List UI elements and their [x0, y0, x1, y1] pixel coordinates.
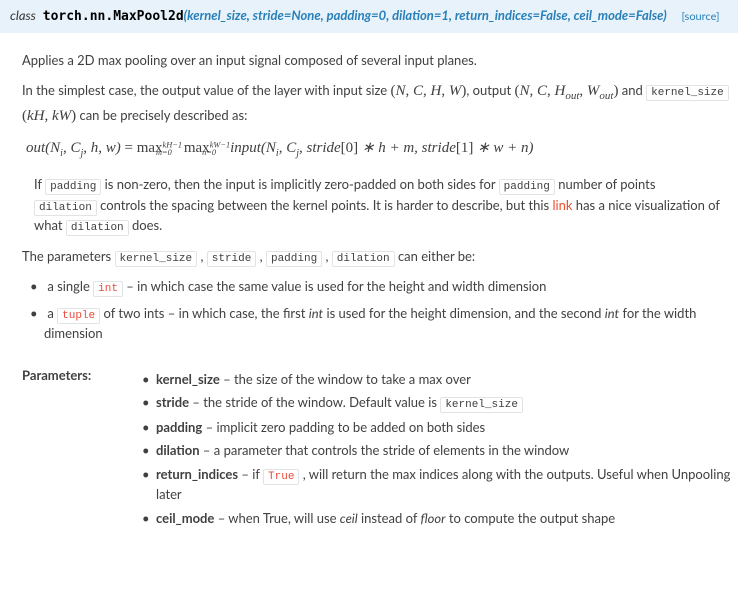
pn-2c: does.	[129, 217, 163, 233]
math-kernel-size: (kH, kW)	[22, 108, 76, 124]
param-desc: – a parameter that controls the stride o…	[200, 442, 570, 458]
pn-1a: If	[34, 176, 45, 192]
param-desc: – the stride of the window. Default valu…	[189, 394, 440, 410]
param-item: padding – implicit zero padding to be ad…	[156, 418, 738, 438]
pn-1b: is non-zero, then the input is implicitl…	[101, 176, 498, 192]
param-name: dilation	[156, 442, 200, 458]
source-link[interactable]: [source]	[682, 10, 720, 23]
either-be-text: The parameters kernel_size , stride , pa…	[22, 247, 738, 268]
li1-p1: of two ints – in which case, the first	[100, 305, 309, 321]
notes-block: If padding is non-zero, then the input i…	[22, 175, 738, 237]
li0-post: – in which case the same value is used f…	[123, 278, 546, 294]
param-name: padding	[156, 419, 202, 435]
eb-pre: The parameters	[22, 248, 115, 264]
formula: out(Ni, Cj, h, w) = maxkH−1m=0maxkW−1n=0…	[26, 137, 738, 161]
code-tuple: tuple	[57, 308, 100, 324]
sc-suf: can be precisely described as:	[79, 107, 247, 123]
em-floor: floor	[420, 510, 445, 526]
param-desc2: to compute the output shape	[446, 510, 616, 526]
code-padding: padding	[45, 179, 101, 195]
dilation-link[interactable]: link	[552, 197, 572, 213]
math-input-size: (N, C, H, W)	[391, 83, 467, 99]
param-item: stride – the stride of the window. Defau…	[156, 393, 738, 414]
sc-prefix: In the simplest case, the output value o…	[22, 82, 391, 98]
li0-pre: a single	[47, 278, 93, 294]
parameters-label: Parameters:	[22, 366, 140, 533]
signature-keyword: class	[10, 7, 36, 23]
dilation-note: dilation controls the spacing between th…	[34, 196, 738, 237]
param-item: dilation – a parameter that controls the…	[156, 441, 738, 461]
param-item: return_indices – if True , will return t…	[156, 465, 738, 505]
code-ks: kernel_size	[115, 251, 198, 267]
pn-2a: controls the spacing between the kernel …	[97, 197, 553, 213]
simple-case-text: In the simplest case, the output value o…	[22, 80, 738, 127]
code-kernel-size-2: kernel_size	[440, 397, 523, 413]
param-mid: instead of	[358, 510, 421, 526]
code-dilation-3: dilation	[332, 251, 395, 267]
intro-text: Applies a 2D max pooling over an input s…	[22, 51, 738, 71]
param-desc: – implicit zero padding to be added on b…	[202, 419, 485, 435]
code-stride: stride	[207, 251, 257, 267]
param-name: kernel_size	[156, 371, 220, 387]
param-item: kernel_size – the size of the window to …	[156, 370, 738, 390]
param-item: ceil_mode – when True, will use ceil ins…	[156, 509, 738, 529]
li1-em1: int	[309, 305, 323, 321]
param-name: ceil_mode	[156, 510, 214, 526]
li1-em2: int	[605, 305, 619, 321]
param-name: stride	[156, 394, 189, 410]
li1-p2: is used for the height dimension, and th…	[323, 305, 605, 321]
param-desc: – when True, will use	[214, 510, 339, 526]
sc-m1: , output	[466, 82, 514, 98]
code-int: int	[93, 281, 123, 297]
code-padding-2: padding	[499, 179, 555, 195]
code-dilation: dilation	[34, 200, 97, 216]
either-list: a single int – in which case the same va…	[22, 277, 738, 344]
code-padding-3: padding	[266, 251, 322, 267]
eb-suf: can either be:	[398, 248, 475, 264]
em-ceil: ceil	[340, 510, 358, 526]
code-true: True	[263, 469, 299, 485]
list-item: a tuple of two ints – in which case, the…	[44, 304, 738, 344]
doc-body: Applies a 2D max pooling over an input s…	[0, 33, 738, 533]
padding-note: If padding is non-zero, then the input i…	[34, 175, 738, 196]
param-desc: – the size of the window to take a max o…	[220, 371, 471, 387]
code-kernel-size: kernel_size	[646, 85, 729, 101]
signature-module: torch.nn.	[43, 9, 113, 24]
pn-1c: number of points	[555, 176, 656, 192]
math-output-size: (N, C, Hout, Wout)	[514, 83, 618, 99]
list-item: a single int – in which case the same va…	[44, 277, 738, 298]
param-name: return_indices	[156, 466, 238, 482]
li1-pre: a	[47, 305, 57, 321]
parameters-section: Parameters: kernel_size – the size of th…	[22, 366, 738, 533]
parameters-list: kernel_size – the size of the window to …	[140, 366, 738, 533]
signature-classname: MaxPool2d	[113, 9, 183, 24]
signature-args: (kernel_size, stride=None, padding=0, di…	[184, 7, 667, 23]
class-signature: class torch.nn.MaxPool2d(kernel_size, st…	[0, 0, 738, 33]
code-dilation-2: dilation	[66, 220, 129, 236]
param-desc: – if	[238, 466, 263, 482]
sc-m2: and	[622, 82, 646, 98]
